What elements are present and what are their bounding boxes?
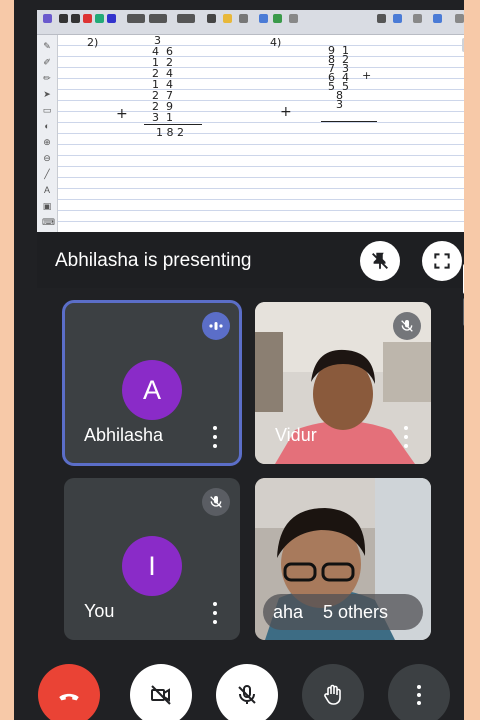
participant-tile-vidur[interactable]: Vidur bbox=[255, 302, 431, 464]
tool-sidebar: ✎ ✐ ✏ ➤ ▭ ◐ ⊕ ⊖ ╱ A ▣ ⌨ bbox=[37, 35, 58, 232]
keyboard-icon[interactable]: ⌨ bbox=[42, 217, 55, 227]
zoom-in-icon[interactable]: ⊕ bbox=[42, 137, 52, 147]
whiteboard-canvas[interactable]: 2) 3 4 6 1 2 2 4 1 4 2 7 2 9 3 1 + 1 8 2… bbox=[58, 35, 464, 232]
problem-a-number: 2) bbox=[87, 36, 99, 49]
color-dark-icon[interactable] bbox=[71, 14, 80, 23]
participant-name: You bbox=[84, 601, 115, 621]
presenting-label: Abhilasha is presenting bbox=[55, 250, 252, 271]
mic-muted-icon bbox=[202, 488, 230, 516]
meet-app: ✎ ✐ ✏ ➤ ▭ ◐ ⊕ ⊖ ╱ A ▣ ⌨ 2) 3 4 6 1 2 2 4… bbox=[14, 0, 464, 720]
grid-scrollbar-thumb[interactable] bbox=[463, 264, 464, 294]
participant-name: Abhilasha bbox=[84, 425, 164, 445]
insert-icon[interactable] bbox=[273, 14, 282, 23]
hand-icon bbox=[324, 684, 341, 705]
more-options-button[interactable] bbox=[388, 664, 450, 720]
problem-b-plus: + bbox=[280, 104, 292, 120]
camera-icon[interactable] bbox=[413, 14, 422, 23]
problem-b-plus-small: + bbox=[362, 69, 372, 82]
speaking-indicator-icon bbox=[202, 312, 230, 340]
camera-toggle-button[interactable] bbox=[130, 664, 192, 720]
fullscreen-button[interactable] bbox=[422, 241, 462, 281]
highlighter-icon[interactable]: ✐ bbox=[42, 57, 52, 67]
shared-screen[interactable]: ✎ ✐ ✏ ➤ ▭ ◐ ⊕ ⊖ ╱ A ▣ ⌨ 2) 3 4 6 1 2 2 4… bbox=[37, 10, 464, 232]
settings-icon[interactable] bbox=[455, 14, 464, 23]
line-style-icon[interactable] bbox=[149, 14, 167, 23]
color-blue-icon[interactable] bbox=[107, 14, 116, 23]
grid-scrollbar-track bbox=[463, 298, 464, 326]
desktop-icon[interactable] bbox=[433, 14, 442, 23]
phone-hangup-icon bbox=[59, 693, 79, 701]
pen-tool-icon[interactable] bbox=[43, 14, 52, 23]
undo-icon[interactable] bbox=[223, 14, 232, 23]
text-tool-icon[interactable]: A bbox=[42, 185, 52, 195]
avatar: I bbox=[122, 536, 182, 596]
unpin-button[interactable] bbox=[360, 241, 400, 281]
line-width-icon[interactable] bbox=[127, 14, 145, 23]
participant-name: aha bbox=[273, 602, 304, 622]
avatar: A bbox=[122, 360, 182, 420]
whiteboard-toolbar bbox=[37, 10, 464, 35]
color-black-icon[interactable] bbox=[59, 14, 68, 23]
more-vert-icon bbox=[416, 685, 422, 705]
more-options-icon[interactable] bbox=[212, 426, 218, 448]
select-icon[interactable]: ➤ bbox=[42, 89, 52, 99]
eraser-icon[interactable]: ▭ bbox=[42, 105, 52, 115]
problem-b-sum-line bbox=[321, 121, 377, 122]
stamp-icon[interactable]: ◐ bbox=[42, 121, 52, 131]
redo-icon[interactable] bbox=[239, 14, 248, 23]
problem-a-row: 3 1 bbox=[152, 111, 173, 124]
color-green-icon[interactable] bbox=[95, 14, 104, 23]
pencil-icon[interactable]: ✏ bbox=[42, 73, 52, 83]
presentation-bar: Abhilasha is presenting bbox=[37, 232, 464, 288]
more-options-icon[interactable] bbox=[403, 426, 409, 448]
brush-icon[interactable]: ✎ bbox=[42, 41, 52, 51]
fullscreen-icon bbox=[434, 253, 450, 269]
end-call-button[interactable] bbox=[38, 664, 100, 720]
mic-off-icon bbox=[238, 685, 256, 704]
background-icon[interactable] bbox=[207, 14, 216, 23]
mic-muted-icon bbox=[393, 312, 421, 340]
color-red-icon[interactable] bbox=[83, 14, 92, 23]
camera-off-icon bbox=[151, 685, 171, 705]
participant-name: Vidur bbox=[275, 425, 317, 445]
line-icon[interactable]: ╱ bbox=[42, 169, 52, 179]
more-options-icon[interactable] bbox=[212, 602, 218, 624]
raise-hand-button[interactable] bbox=[302, 664, 364, 720]
participant-tile-abhilasha[interactable]: A Abhilasha bbox=[62, 300, 242, 466]
canvas-scrollbar[interactable] bbox=[462, 38, 464, 52]
zoom-out-icon[interactable]: ⊖ bbox=[42, 153, 52, 163]
pages-icon[interactable] bbox=[259, 14, 268, 23]
web-icon[interactable] bbox=[393, 14, 402, 23]
shape-tool-icon[interactable] bbox=[177, 14, 195, 23]
problem-a-answer: 1 8 2 bbox=[156, 126, 184, 139]
problem-b-row: 3 bbox=[336, 98, 343, 111]
others-pill[interactable]: aha 5 others bbox=[263, 594, 423, 630]
problem-a-plus: + bbox=[116, 106, 128, 122]
image-icon[interactable]: ▣ bbox=[42, 201, 52, 211]
participant-tile-others[interactable]: aha 5 others bbox=[255, 478, 431, 640]
participant-tile-you[interactable]: I You bbox=[64, 478, 240, 640]
mic-toggle-button[interactable] bbox=[216, 664, 278, 720]
screen-icon[interactable] bbox=[377, 14, 386, 23]
unpin-icon bbox=[372, 252, 388, 270]
problem-a-sum-line bbox=[144, 124, 202, 125]
problem-b-number: 4) bbox=[270, 36, 282, 49]
others-count: 5 others bbox=[323, 602, 389, 622]
zoom-icon[interactable] bbox=[289, 14, 298, 23]
